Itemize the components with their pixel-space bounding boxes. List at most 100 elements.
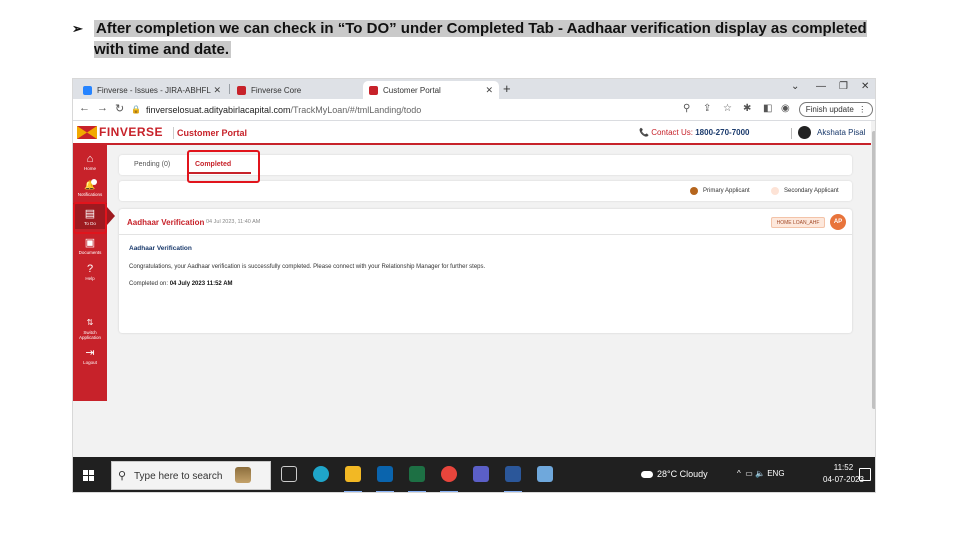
switch-icon: ⇅ bbox=[86, 318, 94, 327]
weather-text: 28°C Cloudy bbox=[657, 469, 708, 479]
windows-taskbar: ⚲ Type here to search 28°C Cloudy ^ ▭ 🔈 … bbox=[73, 457, 875, 492]
volume-icon: 🔈 bbox=[755, 469, 765, 478]
system-tray[interactable]: ^ ▭ 🔈 ENG bbox=[737, 469, 785, 478]
document-icon: ▣ bbox=[84, 237, 96, 249]
teams-icon[interactable] bbox=[473, 466, 489, 482]
chrome-icon[interactable] bbox=[441, 466, 457, 482]
task-subtitle: Aadhaar Verification bbox=[129, 245, 192, 252]
jira-icon bbox=[83, 85, 92, 95]
sidebar-item-help[interactable]: ? Help bbox=[73, 263, 107, 281]
notification-badge bbox=[91, 179, 97, 185]
extensions-icon[interactable]: ✱ bbox=[743, 103, 751, 114]
sidebar-blank bbox=[73, 401, 107, 457]
close-icon[interactable]: ✕ bbox=[213, 85, 221, 96]
taskbar-clock[interactable]: 11:52 04-07-2023 bbox=[823, 462, 864, 486]
heading-text: After completion we can check in “To DO”… bbox=[94, 20, 867, 58]
chevron-up-icon: ^ bbox=[737, 469, 741, 478]
app-header: FINVERSE Customer Portal 📞 Contact Us: 1… bbox=[73, 121, 871, 145]
outlook-icon[interactable] bbox=[377, 466, 393, 482]
zoom-icon[interactable]: ⚲ bbox=[683, 103, 690, 114]
sidebar-item-label: Documents bbox=[78, 250, 102, 255]
search-icon: ⚲ bbox=[118, 470, 127, 482]
sidebar-item-label: Switch Application bbox=[78, 330, 101, 340]
tab-title: Customer Portal bbox=[383, 85, 441, 95]
todo-highlight bbox=[73, 202, 107, 234]
finverse-icon bbox=[237, 85, 246, 95]
sidepanel-icon[interactable]: ◧ bbox=[763, 103, 772, 114]
new-tab-icon[interactable]: + bbox=[503, 81, 511, 96]
applicant-legend: Primary Applicant Secondary Applicant bbox=[119, 181, 852, 201]
browser-tab-finverse-core[interactable]: Finverse Core ✕ bbox=[231, 81, 381, 99]
completed-on: Completed on: 04 July 2023 11:52 AM bbox=[129, 281, 233, 287]
back-icon[interactable]: ← bbox=[79, 102, 90, 114]
primary-applicant-dot bbox=[690, 187, 698, 195]
browser-tab-customer-portal[interactable]: Customer Portal ✕ bbox=[363, 81, 499, 99]
sidebar-item-label: Notifications bbox=[77, 192, 103, 197]
portal-label: Customer Portal bbox=[177, 128, 248, 138]
sidebar-item-documents[interactable]: ▣ Documents bbox=[73, 237, 107, 255]
windows-start-icon[interactable] bbox=[83, 470, 94, 481]
page-scrollbar[interactable] bbox=[871, 121, 875, 457]
url-input[interactable]: 🔒 finverselosuat.adityabirlacapital.com /… bbox=[131, 101, 691, 118]
star-icon[interactable]: ☆ bbox=[723, 103, 732, 114]
completed-label: Completed on: bbox=[129, 281, 170, 287]
profile-icon[interactable]: ◉ bbox=[781, 103, 790, 114]
task-card-header[interactable]: Aadhaar Verification 04 Jul 2023, 11:40 … bbox=[119, 209, 852, 235]
browser-tabstrip: Finverse - Issues - JIRA-ABHFL ✕ Finvers… bbox=[73, 79, 875, 99]
forward-icon[interactable]: → bbox=[97, 102, 108, 114]
bell-icon: 🔔 bbox=[84, 180, 96, 190]
task-view-icon[interactable] bbox=[281, 466, 297, 482]
secondary-applicant-label: Secondary Applicant bbox=[784, 188, 839, 194]
address-bar: ← → ↻ 🔒 finverselosuat.adityabirlacapita… bbox=[73, 99, 875, 121]
loan-badge: HOME LOAN_AHF bbox=[771, 217, 825, 228]
screenshot-frame: Finverse - Issues - JIRA-ABHFL ✕ Finvers… bbox=[72, 78, 876, 493]
todo-pointer bbox=[107, 207, 115, 225]
contact-label: Contact Us: bbox=[651, 128, 696, 137]
edge-icon[interactable] bbox=[313, 466, 329, 482]
tab-pending[interactable]: Pending (0) bbox=[134, 161, 170, 168]
reload-icon[interactable]: ↻ bbox=[115, 102, 124, 115]
task-timestamp: 04 Jul 2023, 11:40 AM bbox=[206, 219, 261, 225]
word-icon[interactable] bbox=[505, 466, 521, 482]
finish-update-label: Finish update bbox=[805, 105, 854, 114]
logout-icon: ⇥ bbox=[85, 347, 95, 359]
tab-title: Finverse Core bbox=[251, 85, 302, 95]
sidebar-item-label: Help bbox=[85, 276, 95, 281]
avatar: AP bbox=[830, 214, 846, 230]
sidebar-item-notifications[interactable]: 🔔 Notifications bbox=[73, 179, 107, 197]
sidebar-item-logout[interactable]: ⇥ Logout bbox=[73, 347, 107, 365]
url-path: /TrackMyLoan/#/tmlLanding/todo bbox=[290, 104, 422, 115]
restore-icon[interactable]: ❐ bbox=[839, 81, 848, 92]
user-name[interactable]: Akshata Pisal bbox=[817, 128, 865, 137]
close-icon[interactable]: ✕ bbox=[485, 85, 493, 96]
contact-us-link[interactable]: 📞 Contact Us: 1800-270-7000 bbox=[639, 128, 750, 137]
lock-icon: 🔒 bbox=[131, 105, 141, 114]
contact-number: 1800-270-7000 bbox=[695, 128, 750, 137]
file-explorer-icon[interactable] bbox=[345, 466, 361, 482]
weather-widget[interactable]: 28°C Cloudy bbox=[641, 469, 708, 479]
share-icon[interactable]: ⇪ bbox=[703, 103, 711, 114]
app-icon[interactable] bbox=[537, 466, 553, 482]
excel-icon[interactable] bbox=[409, 466, 425, 482]
battery-icon: ▭ bbox=[745, 469, 753, 478]
tab-search-icon[interactable]: ⌄ bbox=[791, 81, 799, 92]
finish-update-button[interactable]: Finish update ⋮ bbox=[799, 102, 873, 117]
task-card: Aadhaar Verification 04 Jul 2023, 11:40 … bbox=[119, 209, 852, 333]
help-icon: ? bbox=[86, 263, 94, 275]
browser-tab-jira[interactable]: Finverse - Issues - JIRA-ABHFL ✕ bbox=[77, 81, 227, 99]
sidebar: ⌂ Home 🔔 Notifications ▤ To Do ▣ Documen… bbox=[73, 145, 107, 401]
main-content: Pending (0) Completed Primary Applicant … bbox=[107, 145, 871, 457]
minimize-icon[interactable]: — bbox=[816, 81, 826, 92]
completed-value: 04 July 2023 11:52 AM bbox=[169, 281, 233, 287]
user-icon[interactable] bbox=[798, 126, 811, 139]
brand-name: FINVERSE bbox=[99, 125, 164, 139]
window-close-icon[interactable]: ✕ bbox=[861, 81, 869, 92]
search-placeholder: Type here to search bbox=[134, 471, 223, 482]
notification-center-icon[interactable] bbox=[859, 468, 871, 481]
home-icon: ⌂ bbox=[86, 153, 94, 165]
cloud-icon bbox=[641, 471, 653, 479]
sidebar-item-switch-application[interactable]: ⇅ Switch Application bbox=[73, 317, 107, 340]
secondary-applicant-dot bbox=[771, 187, 779, 195]
sidebar-item-home[interactable]: ⌂ Home bbox=[73, 153, 107, 171]
slide-heading: ➢ After completion we can check in “To D… bbox=[72, 18, 892, 60]
